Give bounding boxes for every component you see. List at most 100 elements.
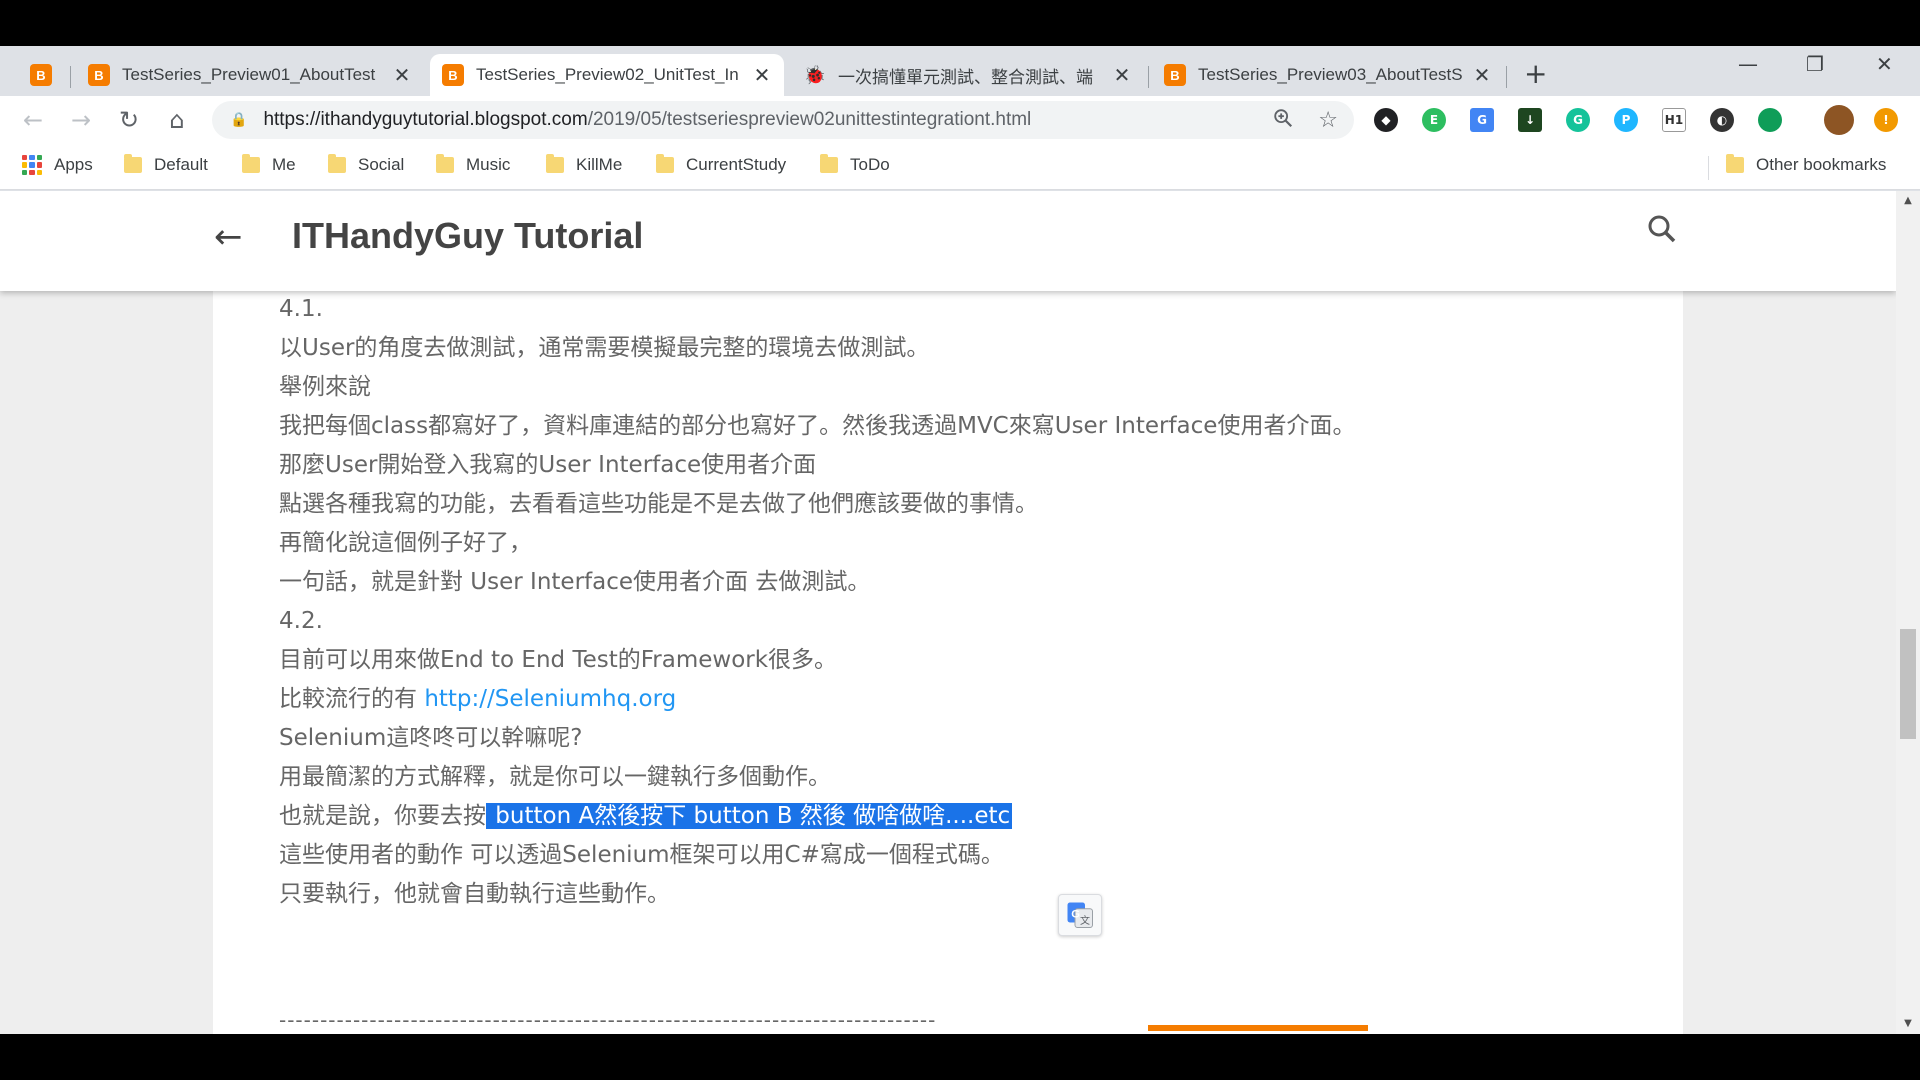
- bookmark-label: Apps: [54, 155, 93, 174]
- bookmark-folder-me[interactable]: Me: [242, 154, 296, 175]
- profile-avatar[interactable]: [1824, 105, 1854, 135]
- page-scrollbar[interactable]: ▲ ▼: [1896, 191, 1920, 1034]
- paragraph-line: 點選各種我寫的功能，去看看這些功能是不是去做了他們應該要做的事情。: [279, 491, 1038, 517]
- blogger-icon: B: [442, 64, 464, 86]
- blog-title[interactable]: ITHandyGuy Tutorial: [292, 215, 643, 257]
- tab-strip: B B TestSeries_Preview01_AboutTest ✕ B T…: [0, 46, 1920, 96]
- paragraph-line: 也就是說，你要去按 button A然後按下 button B 然後 做啥做啥.…: [279, 797, 1579, 836]
- tab-preview02-active[interactable]: B TestSeries_Preview02_UnitTest_In ✕: [430, 54, 784, 96]
- evernote-icon[interactable]: E: [1422, 108, 1446, 132]
- paragraph-line: 這些使用者的動作 可以透過Selenium框架可以用C#寫成一個程式碼。: [279, 842, 1004, 868]
- article-content: 4.1. 以User的角度去做測試，通常需要模擬最完整的環境去做測試。 舉例來說…: [279, 290, 1579, 914]
- blogger-icon: B: [30, 64, 52, 86]
- tab-preview03[interactable]: B TestSeries_Preview03_AboutTestS ✕: [1152, 54, 1504, 96]
- update-alert-icon[interactable]: !: [1874, 108, 1898, 132]
- selected-text[interactable]: button A然後按下 button B 然後 做啥做啥....etc: [486, 803, 1013, 829]
- download-extension-icon[interactable]: ↓: [1518, 108, 1542, 132]
- search-icon[interactable]: [1644, 211, 1680, 247]
- blog-header: ← ITHandyGuy Tutorial: [0, 191, 1896, 291]
- scrollbar-thumb[interactable]: [1900, 629, 1916, 739]
- bookmark-folder-currentstudy[interactable]: CurrentStudy: [656, 154, 787, 175]
- bookmark-folder-default[interactable]: Default: [124, 154, 208, 175]
- bookmark-folder-todo[interactable]: ToDo: [820, 154, 890, 175]
- extension-green-dot-icon[interactable]: [1758, 108, 1782, 132]
- bookmark-label: Music: [466, 155, 511, 174]
- home-button[interactable]: ⌂: [162, 106, 192, 134]
- close-tab-icon[interactable]: ✕: [1472, 63, 1492, 88]
- headings-extension-icon[interactable]: H1: [1662, 108, 1686, 132]
- extension-bird-icon[interactable]: ◆: [1374, 108, 1398, 132]
- paragraph-line: 比較流行的有 http://Seleniumhq.org: [279, 680, 1579, 719]
- bookmark-folder-music[interactable]: Music: [436, 154, 511, 175]
- tab-unit-integration-article[interactable]: 🐞 一次搞懂單元測試、整合測試、端 ✕: [792, 54, 1144, 96]
- folder-icon: [820, 154, 838, 173]
- close-window-button[interactable]: ✕: [1876, 52, 1893, 76]
- tab-separator: [1148, 66, 1149, 88]
- restore-button[interactable]: ❐: [1806, 52, 1824, 76]
- link-prefix-text: 比較流行的有: [279, 686, 425, 712]
- bookmark-label: ToDo: [850, 155, 890, 174]
- bookmark-label: Default: [154, 155, 208, 174]
- back-arrow-icon[interactable]: ←: [214, 217, 243, 257]
- new-tab-button[interactable]: +: [1524, 60, 1547, 88]
- lock-icon[interactable]: 🔒: [230, 112, 247, 128]
- seleniumhq-link[interactable]: http://Seleniumhq.org: [424, 686, 676, 712]
- forward-button[interactable]: →: [66, 106, 96, 134]
- grammarly-icon[interactable]: G: [1566, 108, 1590, 132]
- scroll-down-arrow-icon[interactable]: ▼: [1896, 1014, 1920, 1034]
- section-heading: 4.2.: [279, 608, 323, 634]
- scroll-up-arrow-icon[interactable]: ▲: [1896, 191, 1920, 211]
- svg-text:G: G: [1071, 909, 1080, 921]
- paragraph-line: Selenium這咚咚可以幹嘛呢?: [279, 725, 583, 751]
- tab-title: 一次搞懂單元測試、整合測試、端: [838, 67, 1093, 87]
- folder-icon: [436, 154, 454, 173]
- paragraph-line: 一句話，就是針對 User Interface使用者介面 去做測試。: [279, 569, 871, 595]
- back-button[interactable]: ←: [18, 106, 48, 134]
- bookmark-other-bookmarks[interactable]: Other bookmarks: [1726, 154, 1887, 175]
- folder-icon: [242, 154, 260, 173]
- bookmark-apps[interactable]: Apps: [22, 155, 93, 175]
- tab-separator: [70, 66, 71, 88]
- minimize-button[interactable]: —: [1738, 52, 1758, 76]
- dark-mode-extension-icon[interactable]: ◐: [1710, 108, 1734, 132]
- bookmark-star-icon[interactable]: ☆: [1318, 108, 1338, 133]
- pinned-tab-blogger[interactable]: B: [18, 54, 62, 96]
- folder-icon: [656, 154, 674, 173]
- close-tab-icon[interactable]: ✕: [1112, 63, 1132, 88]
- bookmark-folder-killme[interactable]: KillMe: [546, 154, 622, 175]
- svg-text:文: 文: [1080, 914, 1090, 927]
- screen: B B TestSeries_Preview01_AboutTest ✕ B T…: [0, 0, 1920, 1080]
- folder-icon: [328, 154, 346, 173]
- url-host: https://ithandyguytutorial.blogspot.com: [263, 109, 588, 130]
- paragraph-line: 那麼User開始登入我寫的User Interface使用者介面: [279, 452, 817, 478]
- zoom-icon[interactable]: [1272, 107, 1294, 134]
- section-heading: 4.1.: [279, 296, 323, 322]
- url-text[interactable]: https://ithandyguytutorial.blogspot.com/…: [263, 109, 1031, 131]
- paragraph-line: 用最簡潔的方式解釋，就是你可以一鍵執行多個動作。: [279, 764, 831, 790]
- bookmarks-separator: [1708, 156, 1709, 180]
- paragraph-line: 目前可以用來做End to End Test的Framework很多。: [279, 647, 838, 673]
- bookmarks-bar: Apps Default Me Social Music KillMe Curr…: [0, 144, 1920, 190]
- bookmark-label: Social: [358, 155, 405, 174]
- extension-p-icon[interactable]: P: [1614, 108, 1638, 132]
- close-tab-icon[interactable]: ✕: [752, 63, 772, 88]
- tab-title: TestSeries_Preview01_AboutTest: [122, 65, 376, 84]
- tab-title: TestSeries_Preview02_UnitTest_In: [476, 65, 739, 84]
- google-translate-icon: G 文: [1067, 902, 1093, 928]
- reload-button[interactable]: ↻: [114, 106, 144, 134]
- tab-preview01[interactable]: B TestSeries_Preview01_AboutTest ✕: [76, 54, 424, 96]
- folder-icon: [124, 154, 142, 173]
- address-bar[interactable]: 🔒 https://ithandyguytutorial.blogspot.co…: [212, 101, 1354, 139]
- bookmark-folder-social[interactable]: Social: [328, 154, 405, 175]
- google-translate-icon[interactable]: G: [1470, 108, 1494, 132]
- progress-accent-bar: [1148, 1025, 1368, 1031]
- close-tab-icon[interactable]: ✕: [392, 63, 412, 88]
- tab-separator: [1506, 66, 1507, 88]
- bookmark-label: Other bookmarks: [1756, 155, 1887, 174]
- bookmark-label: CurrentStudy: [686, 155, 787, 174]
- toolbar: ← → ↻ ⌂ 🔒 https://ithandyguytutorial.blo…: [0, 96, 1920, 144]
- blogger-icon: B: [1164, 64, 1186, 86]
- bookmark-label: Me: [272, 155, 296, 174]
- bug-icon: 🐞: [803, 64, 827, 85]
- translate-popup-button[interactable]: G 文: [1058, 894, 1102, 936]
